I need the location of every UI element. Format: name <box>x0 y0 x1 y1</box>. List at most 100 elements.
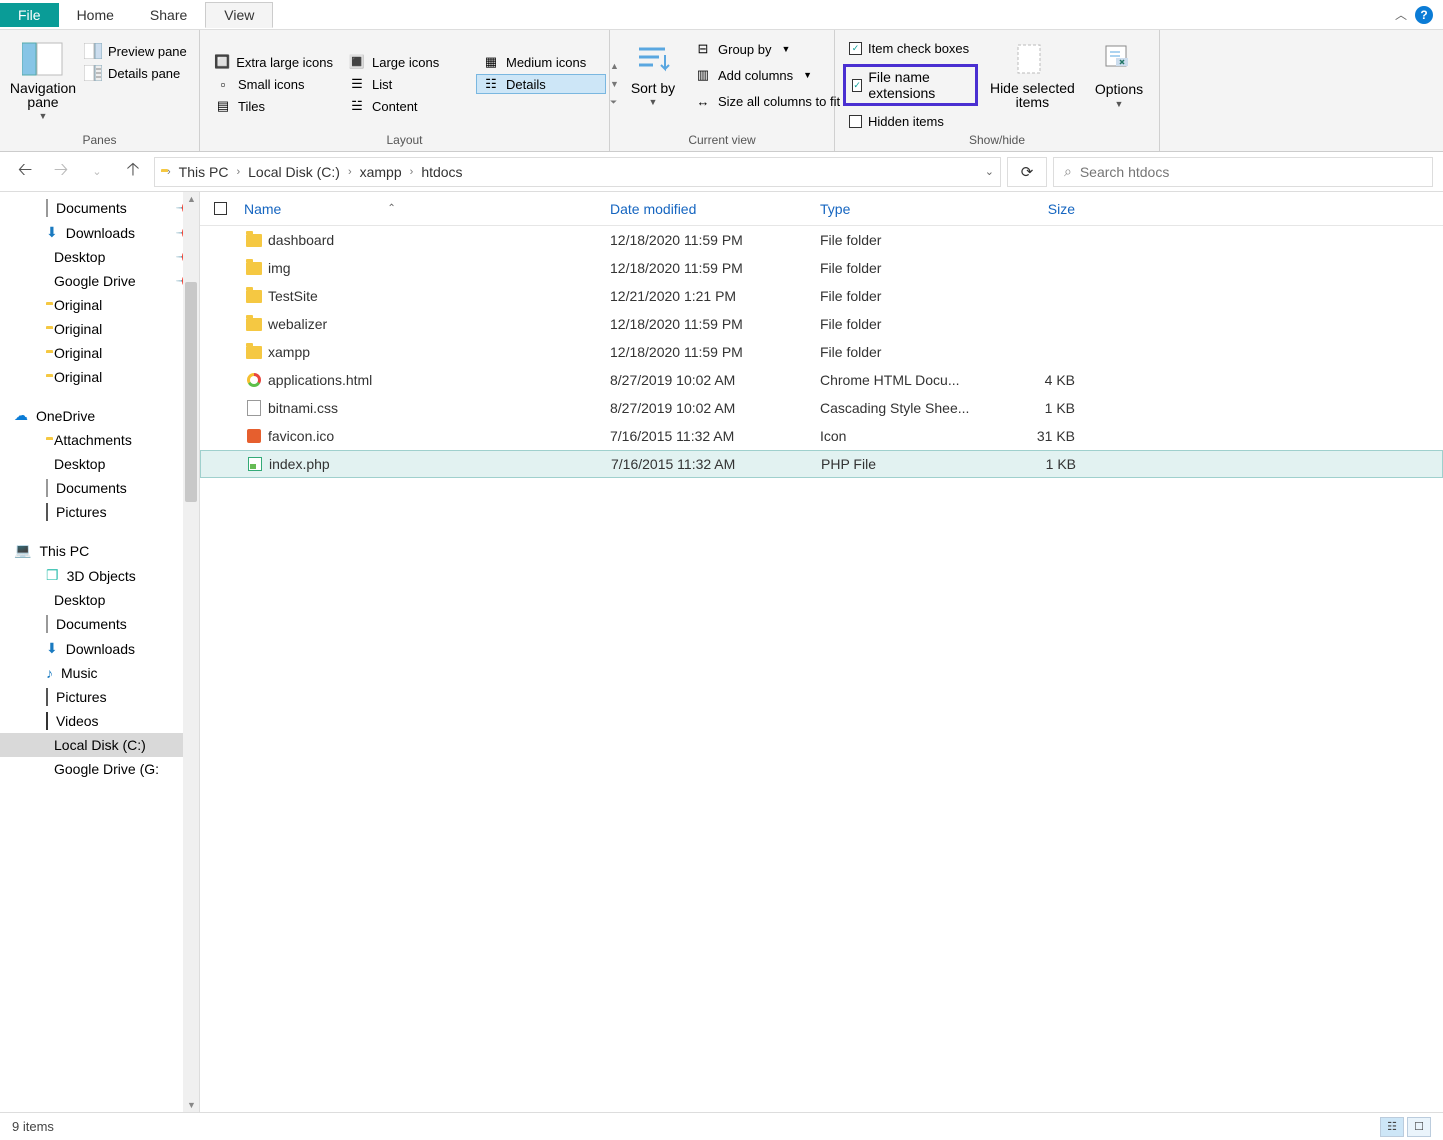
sort-by-button[interactable]: Sort by ▼ <box>618 35 688 111</box>
layout-details[interactable]: ☷Details <box>476 74 606 94</box>
file-row[interactable]: img 12/18/2020 11:59 PM File folder <box>200 254 1443 282</box>
tree-item[interactable]: Desktop📌 <box>0 245 199 269</box>
scrollbar[interactable]: ▲ ▼ <box>183 192 199 1112</box>
tree-item-label: Local Disk (C:) <box>54 737 146 753</box>
file-date: 12/18/2020 11:59 PM <box>610 260 820 276</box>
tree-item[interactable]: Pictures <box>0 685 199 709</box>
columns-icon: ▥ <box>694 67 712 83</box>
breadcrumb-segment[interactable]: xampp <box>358 164 404 180</box>
tree-item[interactable]: ♪Music <box>0 661 199 685</box>
tree-item[interactable]: ⬇Downloads📌 <box>0 220 199 245</box>
tree-item[interactable]: Documents <box>0 476 199 500</box>
select-all-checkbox[interactable] <box>214 202 227 215</box>
size-columns-button[interactable]: ↔Size all columns to fit <box>688 91 846 111</box>
breadcrumb-dropdown[interactable]: ⌄ <box>985 165 994 178</box>
chevron-down-icon: ▼ <box>649 97 658 107</box>
recent-dropdown[interactable]: ⌄ <box>82 165 112 178</box>
column-headers: Name⌃ Date modified Type Size <box>200 192 1443 226</box>
file-row[interactable]: TestSite 12/21/2020 1:21 PM File folder <box>200 282 1443 310</box>
navigation-pane-button[interactable]: Navigation pane ▼ <box>8 35 78 125</box>
file-row[interactable]: bitnami.css 8/27/2019 10:02 AM Cascading… <box>200 394 1443 422</box>
file-row[interactable]: applications.html 8/27/2019 10:02 AM Chr… <box>200 366 1443 394</box>
group-panes-label: Panes <box>8 133 191 149</box>
tree-onedrive[interactable]: ☁OneDrive <box>0 403 199 428</box>
tree-item[interactable]: Original <box>0 365 199 389</box>
cube-icon: ❒ <box>46 567 59 584</box>
column-size[interactable]: Size <box>995 201 1095 217</box>
tree-item[interactable]: Google Drive📌 <box>0 269 199 293</box>
file-row[interactable]: favicon.ico 7/16/2015 11:32 AM Icon 31 K… <box>200 422 1443 450</box>
search-box[interactable]: ⌕ <box>1053 157 1433 187</box>
tree-item[interactable]: Google Drive (G: <box>0 757 199 781</box>
pc-icon: 💻 <box>14 542 31 559</box>
tree-thispc[interactable]: 💻This PC <box>0 538 199 563</box>
tree-item[interactable]: Attachments <box>0 428 199 452</box>
file-name-extensions-toggle[interactable]: ✓File name extensions <box>843 64 978 106</box>
tree-item[interactable]: Pictures <box>0 500 199 524</box>
back-button[interactable]: 🡠 <box>10 157 40 187</box>
view-details-button[interactable]: ☷ <box>1380 1117 1404 1137</box>
layout-small[interactable]: ▫Small icons <box>208 74 338 94</box>
up-button[interactable]: 🡡 <box>118 157 148 187</box>
tree-item[interactable]: Documents <box>0 612 199 636</box>
options-button[interactable]: Options ▼ <box>1087 35 1151 113</box>
file-size: 31 KB <box>995 428 1095 444</box>
tree-item[interactable]: Original <box>0 317 199 341</box>
file-date: 7/16/2015 11:32 AM <box>611 456 821 472</box>
breadcrumb-segment[interactable]: htdocs <box>419 164 464 180</box>
tree-item[interactable]: Videos <box>0 709 199 733</box>
xampp-icon <box>240 429 268 443</box>
hidden-items-toggle[interactable]: Hidden items <box>843 112 978 131</box>
layout-large[interactable]: 🔳Large icons <box>342 52 472 72</box>
refresh-button[interactable]: ⟳ <box>1007 157 1047 187</box>
tree-item[interactable]: Desktop <box>0 588 199 612</box>
tree-item-label: Pictures <box>56 689 107 705</box>
tab-home[interactable]: Home <box>59 3 132 27</box>
layout-extra-large[interactable]: 🔲Extra large icons <box>208 52 338 72</box>
item-checkboxes-toggle[interactable]: ✓Item check boxes <box>843 39 978 58</box>
folder-icon <box>240 318 268 331</box>
breadcrumb-segment[interactable]: Local Disk (C:) <box>246 164 342 180</box>
tree-item[interactable]: Original <box>0 293 199 317</box>
tab-file[interactable]: File <box>0 3 59 27</box>
help-icon[interactable]: ? <box>1415 6 1433 24</box>
column-type[interactable]: Type <box>820 201 995 217</box>
hide-selected-button[interactable]: Hide selected items <box>978 35 1087 113</box>
search-input[interactable] <box>1080 164 1422 180</box>
music-icon: ♪ <box>46 665 53 681</box>
preview-pane-button[interactable]: Preview pane <box>78 41 193 61</box>
tree-item[interactable]: Original <box>0 341 199 365</box>
minimize-ribbon-icon[interactable]: ︿ <box>1395 6 1407 23</box>
column-name[interactable]: Name⌃ <box>240 201 610 217</box>
add-columns-button[interactable]: ▥Add columns▼ <box>688 65 846 85</box>
layout-list[interactable]: ☰List <box>342 74 472 94</box>
tree-item[interactable]: Documents📌 <box>0 196 199 220</box>
layout-content[interactable]: ☱Content <box>342 96 472 116</box>
file-name: dashboard <box>268 232 610 248</box>
sort-icon <box>632 39 674 79</box>
breadcrumb-segment[interactable]: This PC <box>177 164 231 180</box>
file-row[interactable]: webalizer 12/18/2020 11:59 PM File folde… <box>200 310 1443 338</box>
tree-item[interactable]: ⬇Downloads <box>0 636 199 661</box>
tree-item[interactable]: ❒3D Objects <box>0 563 199 588</box>
tree-item-label: Original <box>54 369 102 385</box>
group-by-button[interactable]: ⊟Group by▼ <box>688 39 846 59</box>
scrollbar-thumb[interactable] <box>185 282 197 502</box>
sort-asc-icon: ⌃ <box>387 203 395 214</box>
file-row[interactable]: index.php 7/16/2015 11:32 AM PHP File 1 … <box>200 450 1443 478</box>
details-pane-button[interactable]: Details pane <box>78 63 193 83</box>
tree-item[interactable]: Local Disk (C:) <box>0 733 199 757</box>
file-row[interactable]: xampp 12/18/2020 11:59 PM File folder <box>200 338 1443 366</box>
view-large-button[interactable]: ☐ <box>1407 1117 1431 1137</box>
tab-view[interactable]: View <box>205 2 273 28</box>
file-type: File folder <box>820 260 995 276</box>
tree-item-label: Original <box>54 321 102 337</box>
breadcrumb[interactable]: › This PC › Local Disk (C:) › xampp › ht… <box>154 157 1001 187</box>
layout-tiles[interactable]: ▤Tiles <box>208 96 338 116</box>
column-date[interactable]: Date modified <box>610 201 820 217</box>
tree-item[interactable]: Desktop <box>0 452 199 476</box>
file-row[interactable]: dashboard 12/18/2020 11:59 PM File folde… <box>200 226 1443 254</box>
forward-button[interactable]: 🡢 <box>46 157 76 187</box>
layout-medium[interactable]: ▦Medium icons <box>476 52 606 72</box>
tab-share[interactable]: Share <box>132 3 205 27</box>
